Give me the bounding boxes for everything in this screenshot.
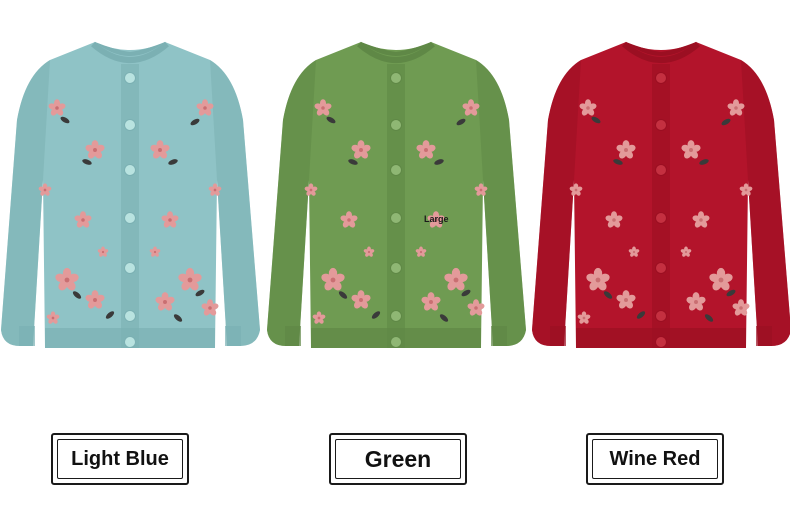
button-placket bbox=[387, 64, 405, 348]
size-tag: Large bbox=[424, 214, 449, 224]
cardigan-light-blue bbox=[0, 30, 265, 360]
button bbox=[655, 164, 667, 176]
button-placket bbox=[652, 64, 670, 348]
button bbox=[655, 119, 667, 131]
right-sleeve bbox=[741, 60, 790, 346]
color-label-green[interactable]: Green bbox=[329, 433, 467, 485]
button bbox=[390, 262, 402, 274]
button bbox=[124, 164, 136, 176]
cardigan-wine-red bbox=[526, 30, 790, 360]
button bbox=[390, 336, 402, 348]
left-sleeve bbox=[1, 60, 50, 346]
left-sleeve bbox=[532, 60, 581, 346]
button-placket bbox=[121, 64, 139, 348]
cuff-left bbox=[550, 326, 566, 346]
button bbox=[124, 310, 136, 322]
color-label-light-blue[interactable]: Light Blue bbox=[51, 433, 189, 485]
cuff-left bbox=[19, 326, 35, 346]
button bbox=[124, 336, 136, 348]
cardigan-green-drawing bbox=[267, 41, 526, 348]
button bbox=[655, 72, 667, 84]
cardigan-light-blue-drawing bbox=[1, 41, 260, 348]
button bbox=[655, 310, 667, 322]
button bbox=[390, 119, 402, 131]
button bbox=[655, 262, 667, 274]
button bbox=[124, 119, 136, 131]
left-sleeve bbox=[267, 60, 316, 346]
button bbox=[390, 72, 402, 84]
button bbox=[390, 212, 402, 224]
cardigan-wine-red-drawing bbox=[532, 41, 790, 348]
color-label-text: Wine Red bbox=[609, 447, 701, 470]
cuff-right bbox=[756, 326, 772, 346]
cuff-right bbox=[491, 326, 507, 346]
button bbox=[390, 310, 402, 322]
button bbox=[655, 336, 667, 348]
button bbox=[124, 262, 136, 274]
cuff-right bbox=[225, 326, 241, 346]
color-label-text: Light Blue bbox=[71, 447, 169, 470]
cardigan-green bbox=[261, 30, 531, 360]
right-sleeve bbox=[476, 60, 526, 346]
product-image: Large Light Blue Green Wine Red bbox=[0, 0, 790, 517]
button bbox=[124, 212, 136, 224]
button bbox=[390, 164, 402, 176]
color-label-wine-red[interactable]: Wine Red bbox=[586, 433, 724, 485]
button bbox=[655, 212, 667, 224]
color-label-text: Green bbox=[364, 445, 432, 472]
right-sleeve bbox=[210, 60, 260, 346]
button bbox=[124, 72, 136, 84]
cuff-left bbox=[285, 326, 301, 346]
